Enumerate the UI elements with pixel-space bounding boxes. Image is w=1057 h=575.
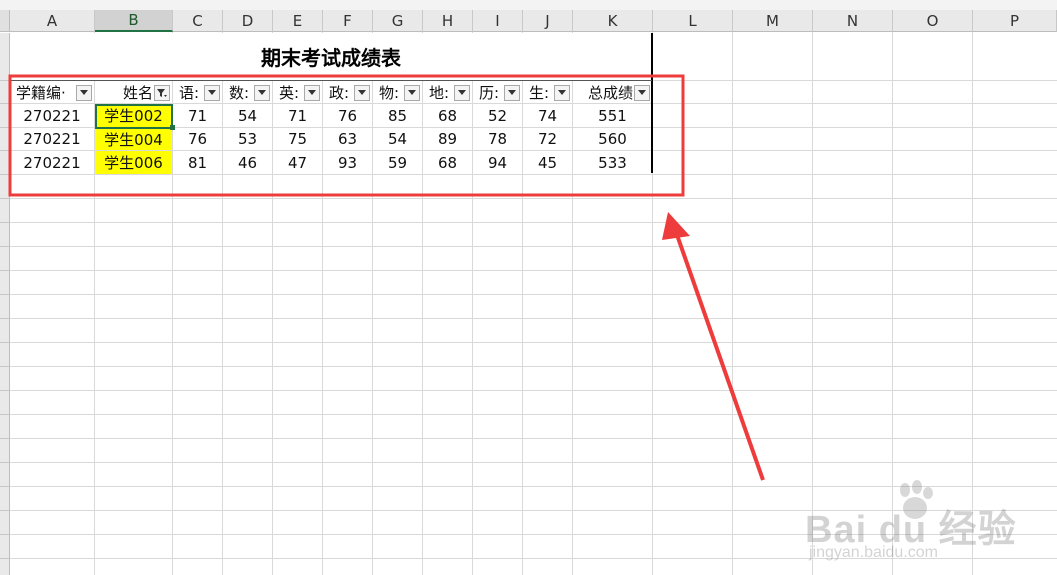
arrow-shaft (674, 231, 765, 481)
spreadsheet-area: ABCDEFGHIJKLMNOP 期末考试成绩表 学籍编· 姓名 语: 数: 英: 政: 物… (0, 0, 1057, 575)
arrow-head (662, 212, 690, 240)
watermark: Bai du 经验 jingyan.baidu.com (805, 478, 1016, 568)
watermark-url: jingyan.baidu.com (809, 544, 938, 561)
highlight-box (8, 74, 685, 197)
